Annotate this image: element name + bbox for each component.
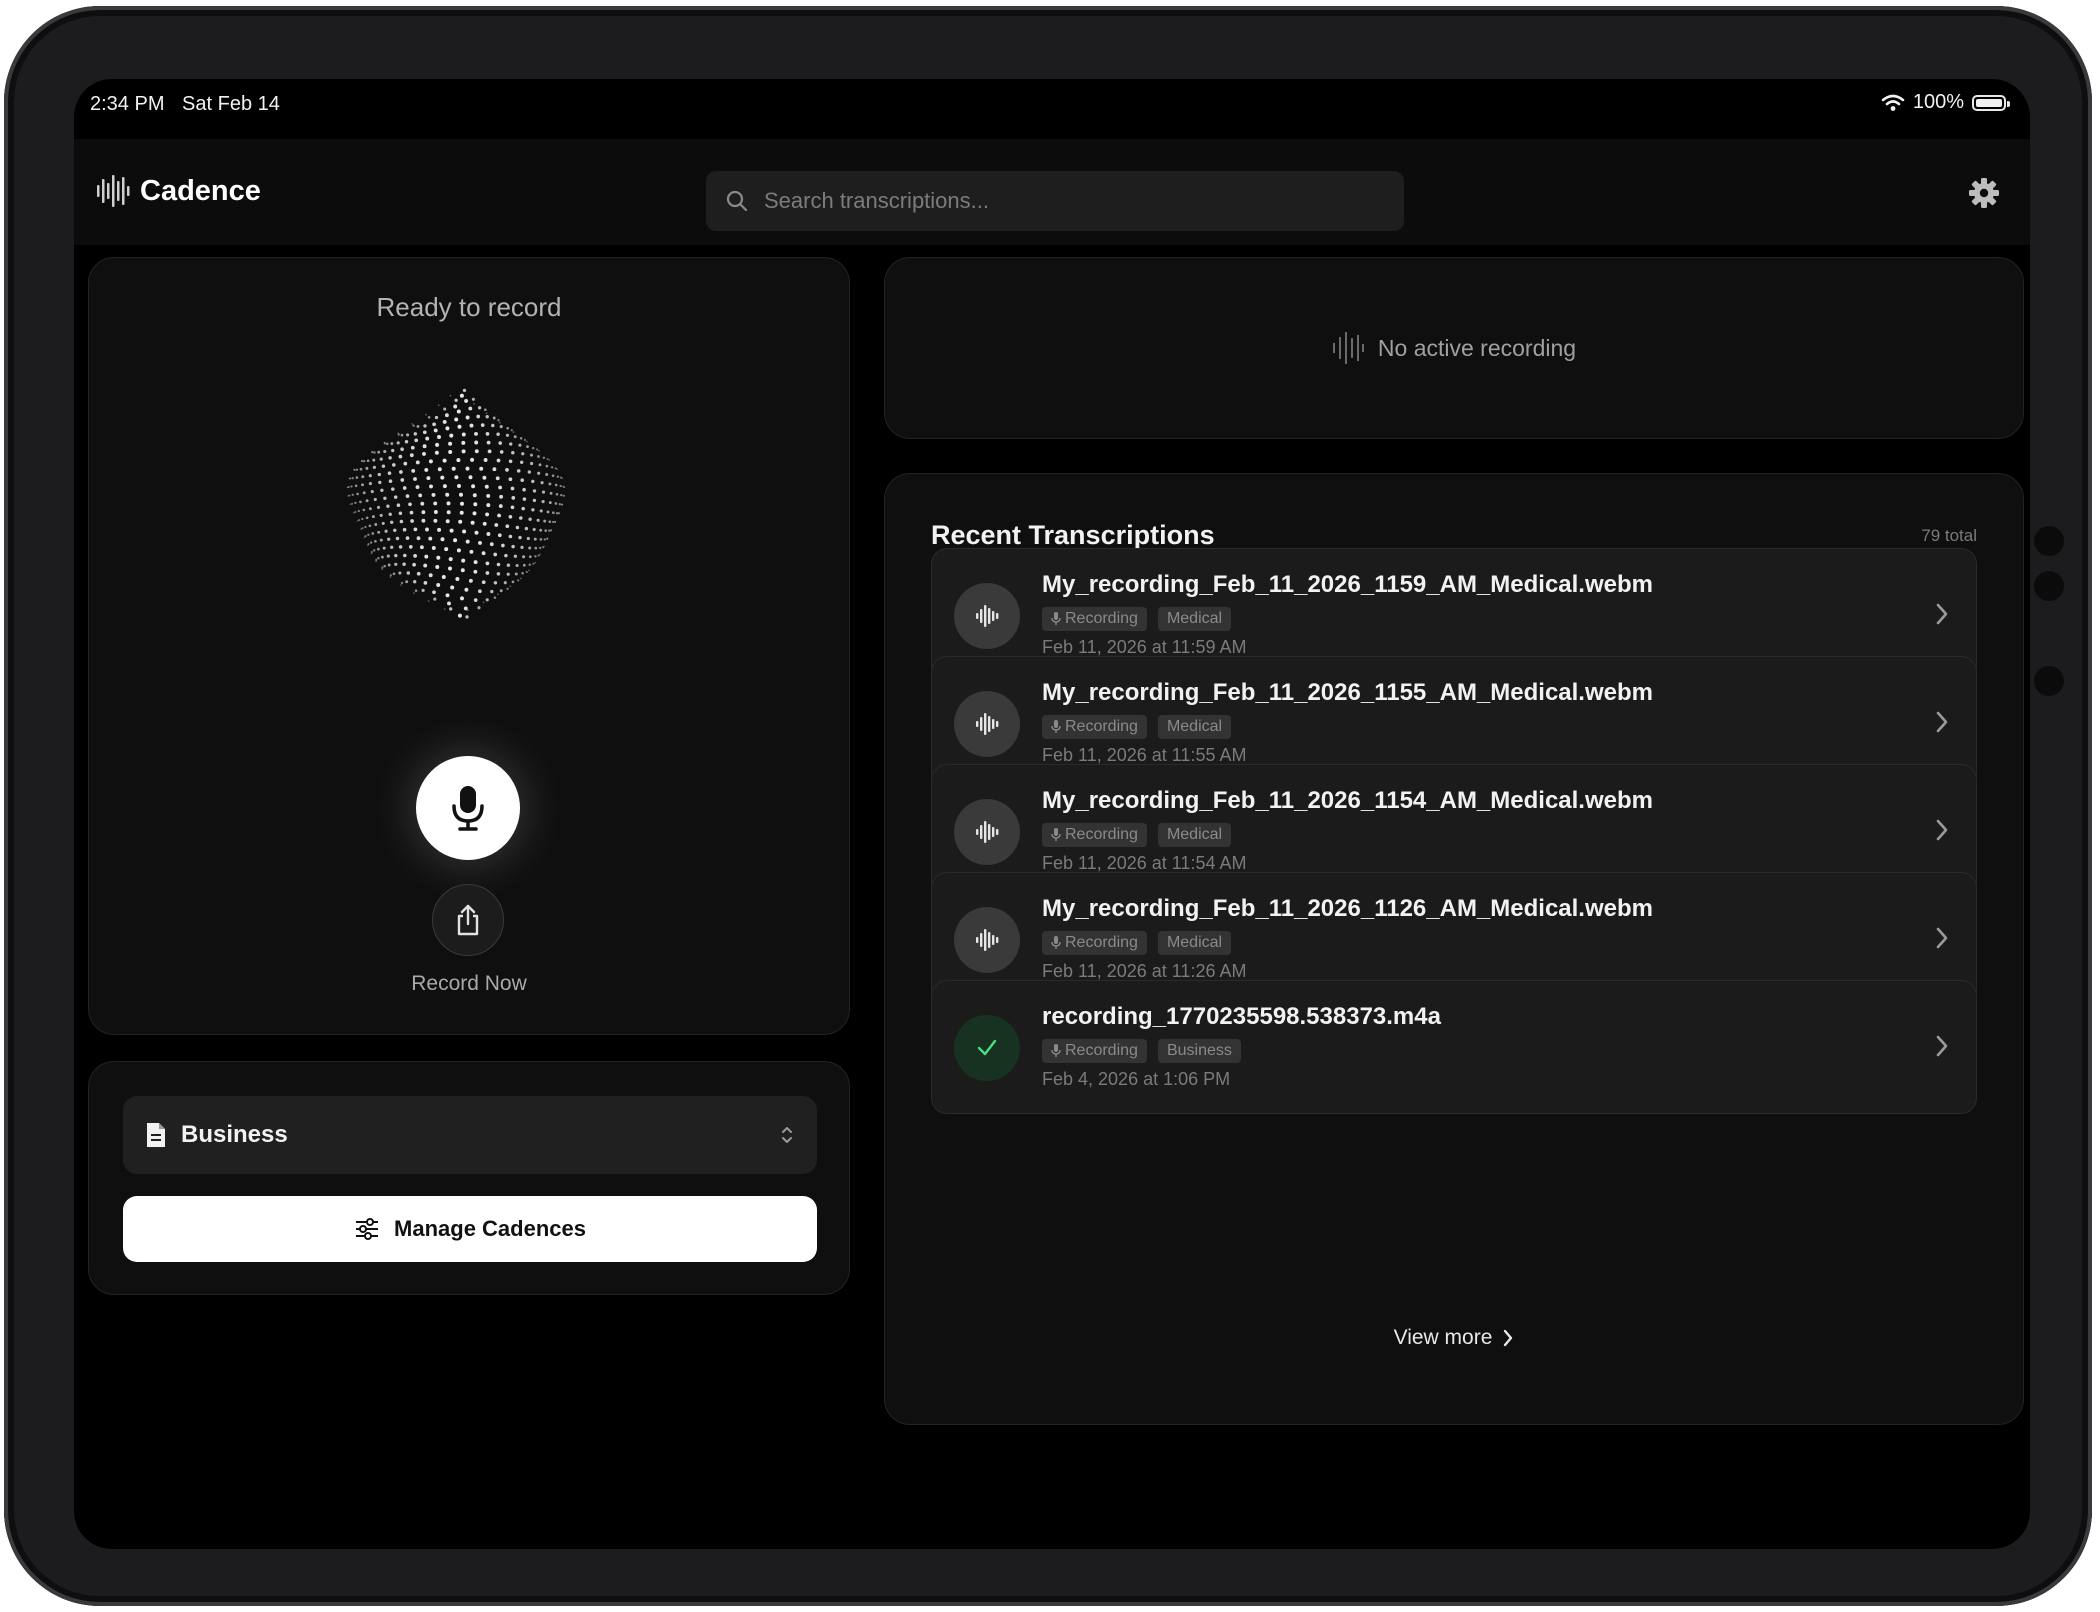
recent-transcriptions-panel: Recent Transcriptions 79 total My_record…: [884, 473, 2024, 1425]
transcription-avatar: [954, 799, 1020, 865]
brand[interactable]: Cadence: [96, 173, 261, 209]
source-tag-label: Recording: [1065, 934, 1138, 951]
status-bar: 2:34 PM Sat Feb 14: [90, 93, 292, 116]
category-tag: Medical: [1157, 607, 1232, 631]
microphone-small-icon: [1051, 1044, 1061, 1057]
no-active-recording: No active recording: [885, 258, 2023, 438]
source-tag: Recording: [1042, 823, 1147, 847]
source-tag-label: Recording: [1065, 610, 1138, 627]
share-upload-icon: [457, 904, 479, 936]
transcription-date: Feb 11, 2026 at 11:54 AM: [1042, 853, 1247, 873]
upload-button[interactable]: [432, 884, 504, 956]
transcription-tags: Recording Medical: [1042, 931, 1232, 955]
transcription-tags: Recording Medical: [1042, 823, 1232, 847]
search-icon: [726, 190, 748, 212]
waveform-icon: [976, 821, 999, 843]
transcription-avatar: [954, 907, 1020, 973]
sensor-dot: [2034, 571, 2064, 601]
gear-icon: [1969, 178, 1999, 208]
record-button[interactable]: [416, 756, 520, 860]
search-input[interactable]: [762, 187, 1386, 215]
cadence-selector[interactable]: Business: [123, 1096, 817, 1174]
record-now-label: Record Now: [411, 972, 527, 995]
category-tag: Medical: [1157, 823, 1232, 847]
view-more-label: View more: [1393, 1326, 1493, 1349]
transcription-tags: Recording Business: [1042, 1039, 1241, 1063]
transcription-avatar: [954, 583, 1020, 649]
microphone-small-icon: [1051, 936, 1061, 949]
transcription-tags: Recording Medical: [1042, 607, 1232, 631]
source-tag: Recording: [1042, 607, 1147, 631]
transcription-date: Feb 11, 2026 at 11:26 AM: [1042, 961, 1247, 981]
recorder-panel: Ready to record Record Now: [88, 257, 850, 1035]
audio-visualizer-orb: [346, 388, 566, 619]
transcription-avatar: [954, 691, 1020, 757]
waveform-icon: [976, 713, 999, 735]
source-tag: Recording: [1042, 931, 1147, 955]
chevron-right-icon: [1936, 819, 1948, 841]
microphone-small-icon: [1051, 828, 1061, 841]
microphone-small-icon: [1051, 612, 1061, 625]
sliders-icon: [356, 1218, 379, 1240]
settings-button[interactable]: [1968, 177, 2000, 214]
chevron-right-icon: [1936, 603, 1948, 625]
transcription-title: recording_1770235598.538373.m4a: [1042, 1003, 1441, 1030]
status-time: 2:34 PM: [90, 93, 165, 115]
category-tag: Medical: [1157, 931, 1232, 955]
category-tag: Medical: [1157, 715, 1232, 739]
app-screen: 2:34 PM Sat Feb 14 100% Cadence Search t…: [74, 79, 2030, 1549]
wifi-icon: [1881, 94, 1905, 111]
source-tag-label: Recording: [1065, 826, 1138, 843]
transcription-title: My_recording_Feb_11_2026_1155_AM_Medical…: [1042, 679, 1653, 706]
waveform-icon: [976, 605, 999, 627]
recorder-status: Ready to record: [376, 292, 562, 322]
transcription-title: My_recording_Feb_11_2026_1159_AM_Medical…: [1042, 571, 1653, 598]
waveform-icon: [1332, 332, 1364, 364]
transcription-avatar: [954, 1015, 1020, 1081]
sensor-dot: [2034, 666, 2064, 696]
transcription-tags: Recording Medical: [1042, 715, 1232, 739]
transcription-date: Feb 4, 2026 at 1:06 PM: [1042, 1069, 1231, 1089]
chevron-updown-icon: [782, 1127, 792, 1143]
view-more-link[interactable]: View more: [885, 1326, 2023, 1350]
status-date: Sat Feb 14: [182, 93, 280, 115]
transcription-title: My_recording_Feb_11_2026_1126_AM_Medical…: [1042, 895, 1653, 922]
transcription-date: Feb 11, 2026 at 11:55 AM: [1042, 745, 1247, 765]
chevron-right-icon: [1936, 711, 1948, 733]
source-tag: Recording: [1042, 1039, 1147, 1063]
no-active-recording-label: No active recording: [1377, 334, 1577, 361]
status-indicators: 100%: [1881, 91, 2010, 114]
source-tag: Recording: [1042, 715, 1147, 739]
transcription-title: My_recording_Feb_11_2026_1154_AM_Medical…: [1042, 787, 1653, 814]
transcription-row[interactable]: recording_1770235598.538373.m4a Recordin…: [931, 980, 1977, 1114]
chevron-right-icon: [1504, 1329, 1513, 1347]
document-icon: [147, 1123, 165, 1147]
battery-icon: [1972, 94, 2010, 111]
waveform-logo-icon: [97, 175, 130, 207]
manage-cadences-label: Manage Cadences: [394, 1216, 586, 1241]
waveform-icon: [976, 929, 999, 951]
chevron-right-icon: [1936, 1035, 1948, 1057]
recent-total-count: 79 total: [1921, 526, 1977, 545]
active-recording-panel: No active recording: [884, 257, 2024, 439]
checkmark-icon: [977, 1039, 997, 1056]
app-title: Cadence: [140, 174, 261, 207]
manage-cadences-button[interactable]: Manage Cadences: [123, 1196, 817, 1262]
category-tag: Business: [1157, 1039, 1241, 1063]
microphone-small-icon: [1051, 720, 1061, 733]
app-header: Cadence: [74, 139, 2030, 245]
search-bar[interactable]: [706, 171, 1404, 231]
source-tag-label: Recording: [1065, 718, 1138, 735]
camera-dot: [2034, 526, 2064, 556]
microphone-icon: [452, 786, 484, 831]
battery-percent: 100%: [1912, 91, 1964, 113]
cadence-panel: Business Manage Cadences: [88, 1061, 850, 1295]
ipad-frame: 2:34 PM Sat Feb 14 100% Cadence Search t…: [4, 6, 2092, 1606]
chevron-right-icon: [1936, 927, 1948, 949]
cadence-selected-value: Business: [181, 1121, 288, 1148]
recent-title: Recent Transcriptions: [931, 520, 1215, 550]
transcription-date: Feb 11, 2026 at 11:59 AM: [1042, 637, 1247, 657]
source-tag-label: Recording: [1065, 1042, 1138, 1059]
